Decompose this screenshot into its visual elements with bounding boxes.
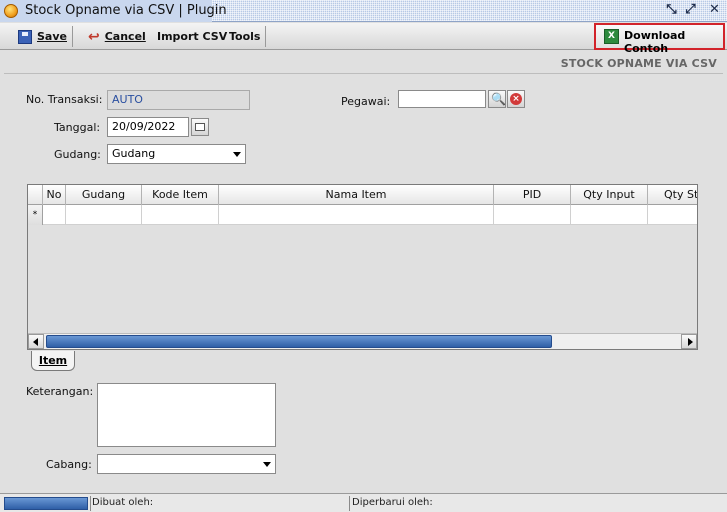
cell-no[interactable] [43, 205, 66, 225]
column-qty-input[interactable]: Qty Input [571, 185, 648, 205]
divider [4, 73, 723, 74]
page-title: STOCK OPNAME VIA CSV [560, 57, 717, 70]
column-gudang[interactable]: Gudang [66, 185, 142, 205]
toolbar: Save ↪ Cancel Import CSV Tools X Download… [0, 23, 727, 55]
cell-nama-item[interactable] [219, 205, 494, 225]
maximize-icon[interactable]: ⤢ [682, 2, 699, 19]
toolbar-separator [265, 26, 266, 47]
updated-by-label: Diperbarui oleh: [352, 497, 433, 508]
import-csv-button[interactable]: Import CSV [157, 26, 227, 47]
save-button[interactable]: Save [18, 26, 67, 47]
clear-icon: × [510, 93, 522, 105]
chevron-down-icon [233, 152, 241, 157]
grid-header: No Gudang Kode Item Nama Item PID Qty In… [28, 185, 697, 205]
close-icon[interactable]: ✕ [706, 2, 723, 19]
no-transaksi-field[interactable]: AUTO [107, 90, 250, 110]
excel-icon: X [604, 29, 619, 44]
cabang-select[interactable] [97, 454, 276, 474]
gudang-select[interactable]: Gudang [107, 144, 246, 164]
table-row[interactable] [28, 205, 697, 225]
cabang-label: Cabang: [46, 458, 92, 471]
minimize-icon[interactable]: ⤡ [663, 2, 680, 19]
scrollbar-thumb[interactable] [46, 335, 552, 348]
column-no[interactable]: No [43, 185, 66, 205]
pegawai-label: Pegawai: [341, 95, 391, 108]
created-by-label: Dibuat oleh: [92, 497, 154, 508]
cell-qty-input[interactable] [571, 205, 648, 225]
column-kode-item[interactable]: Kode Item [142, 185, 219, 205]
tanggal-field[interactable]: 20/09/2022 [107, 117, 189, 137]
column-nama-item[interactable]: Nama Item [219, 185, 494, 205]
cell-kode-item[interactable] [142, 205, 219, 225]
download-contoh-button[interactable]: X Download Contoh [594, 23, 725, 55]
status-bar: Dibuat oleh: Diperbarui oleh: [0, 493, 727, 512]
undo-icon: ↪ [88, 28, 100, 45]
column-pid[interactable]: PID [494, 185, 571, 205]
no-transaksi-label: No. Transaksi: [26, 93, 103, 106]
status-separator [349, 496, 350, 511]
horizontal-scrollbar[interactable] [28, 333, 697, 349]
cell-pid[interactable] [494, 205, 571, 225]
arrow-right-icon [688, 338, 693, 346]
calendar-button[interactable] [191, 118, 209, 136]
keterangan-label: Keterangan: [26, 385, 94, 398]
cell-qty-stock[interactable] [648, 205, 697, 225]
status-progress [4, 497, 88, 510]
arrow-left-icon [33, 338, 38, 346]
keterangan-textarea[interactable] [97, 383, 276, 447]
search-icon: 🔍 [491, 92, 506, 106]
gudang-selected-value: Gudang [112, 147, 156, 160]
scroll-left-button[interactable] [28, 334, 44, 349]
grid-header-corner [28, 185, 43, 205]
calendar-icon [195, 123, 205, 131]
status-separator [90, 496, 91, 511]
pegawai-search-button[interactable]: 🔍 [488, 90, 506, 108]
chevron-down-icon [263, 462, 271, 467]
cell-gudang[interactable] [66, 205, 142, 225]
new-row-marker: * [28, 205, 43, 225]
item-grid[interactable]: No Gudang Kode Item Nama Item PID Qty In… [27, 184, 698, 350]
save-icon [18, 30, 32, 44]
app-icon [4, 4, 18, 18]
window-title: Stock Opname via CSV | Plugin [25, 3, 227, 18]
tanggal-label: Tanggal: [54, 121, 101, 134]
cancel-button[interactable]: ↪ Cancel [88, 26, 146, 47]
pegawai-field[interactable] [398, 90, 486, 108]
tab-item[interactable]: Item [31, 351, 75, 371]
toolbar-separator [72, 26, 73, 47]
pegawai-clear-button[interactable]: × [507, 90, 525, 108]
scroll-right-button[interactable] [681, 334, 697, 349]
column-qty-stock[interactable]: Qty Sto [648, 185, 697, 205]
tools-button[interactable]: Tools [229, 26, 260, 47]
gudang-label: Gudang: [54, 148, 101, 161]
title-bar: Stock Opname via CSV | Plugin ⤡ ⤢ ✕ [0, 0, 727, 22]
